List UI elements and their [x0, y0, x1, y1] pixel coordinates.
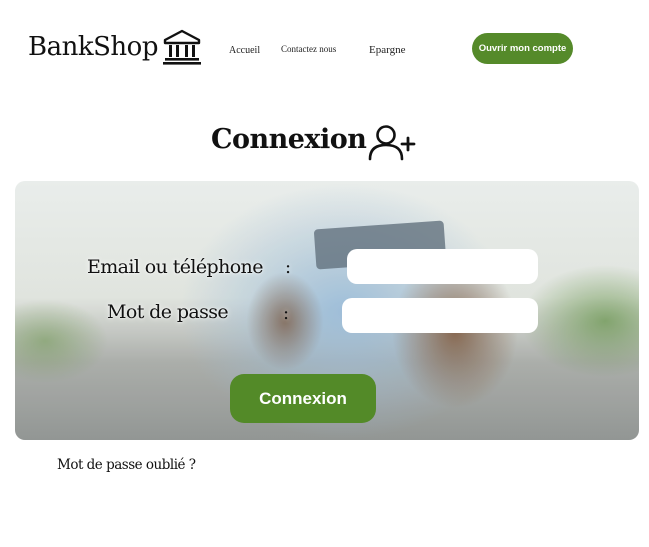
forgot-password-link[interactable]: Mot de passe oublié ? — [57, 457, 196, 473]
user-add-icon[interactable] — [367, 124, 417, 162]
brand-logo[interactable]: BankShop — [28, 29, 202, 65]
nav-link-contact[interactable]: Contactez nous — [281, 44, 336, 54]
password-separator: : — [283, 303, 290, 324]
nav-link-epargne[interactable]: Epargne — [369, 44, 405, 56]
email-label: Email ou téléphone — [87, 256, 263, 278]
page-title-wrap: Connexion — [211, 124, 367, 155]
open-account-button[interactable]: Ouvrir mon compte — [472, 33, 573, 64]
email-field[interactable] — [347, 249, 538, 284]
password-label: Mot de passe — [107, 301, 229, 323]
brand-name: BankShop — [28, 32, 158, 62]
nav-link-accueil[interactable]: Accueil — [229, 45, 260, 56]
bank-icon — [162, 29, 201, 65]
page-title: Connexion — [211, 124, 367, 155]
password-field[interactable] — [342, 298, 538, 333]
email-separator: : — [285, 257, 292, 278]
login-button[interactable]: Connexion — [230, 374, 376, 423]
